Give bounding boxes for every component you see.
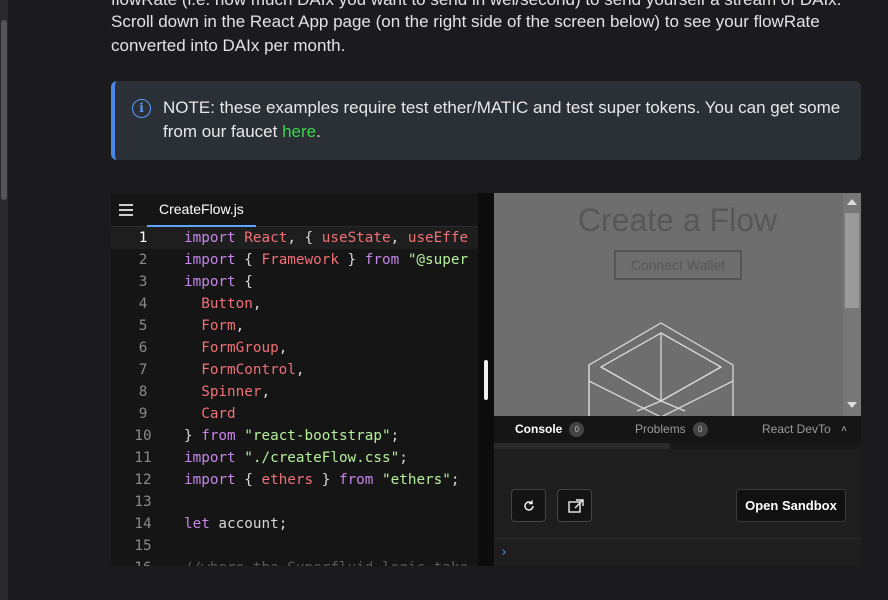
code-line[interactable]: 16 //where the Superfluid logic take (111, 557, 481, 566)
tab-problems[interactable]: Problems 0 (635, 416, 708, 442)
code-line[interactable]: 14 let account; (111, 513, 481, 535)
code-line[interactable]: 8 Spinner, (111, 381, 481, 403)
problems-count-badge: 0 (692, 422, 708, 437)
line-number: 14 (134, 516, 152, 532)
scroll-down-arrow-icon[interactable] (847, 402, 857, 408)
code-line[interactable]: 11 import "./createFlow.css"; (111, 447, 481, 469)
code-line[interactable]: 6 FormGroup, (111, 337, 481, 359)
line-number: 16 (127, 557, 159, 566)
tab-console[interactable]: Console 0 (515, 416, 585, 442)
editor-tabbar: CreateFlow.js (111, 193, 481, 227)
preview-scrollbar-thumb[interactable] (845, 213, 859, 308)
line-number: 2 (138, 252, 148, 268)
code-text: import { Framework } from "@super (184, 252, 469, 268)
preview-scrollbar[interactable] (843, 193, 861, 416)
line-number: 1 (138, 230, 148, 246)
code-text: FormControl, (201, 362, 305, 378)
line-number: 4 (138, 296, 148, 312)
tab-problems-label: Problems (635, 422, 686, 436)
console-prompt-icon[interactable]: › (500, 545, 508, 560)
resize-handle[interactable] (484, 360, 488, 400)
line-number: 5 (138, 318, 148, 334)
line-number: 13 (134, 494, 152, 510)
page-scrollbar[interactable] (0, 0, 8, 600)
console-separator (494, 538, 861, 539)
line-number: 12 (134, 472, 152, 488)
code-text: //where the Superfluid logic take (184, 557, 468, 566)
line-number: 9 (138, 406, 148, 422)
open-sandbox-button[interactable]: Open Sandbox (736, 489, 846, 522)
app-preview[interactable]: Create a Flow Connect Wallet (494, 193, 861, 416)
code-text: import "./createFlow.css"; (184, 450, 408, 466)
external-link-icon (568, 499, 584, 513)
console-count-badge: 0 (569, 422, 585, 437)
code-text: Form, (201, 318, 245, 334)
hamburger-menu-icon[interactable] (119, 204, 133, 216)
line-number: 10 (134, 428, 152, 444)
code-editor[interactable]: CreateFlow.js 1 import React, { useState,… (111, 193, 481, 566)
code-line[interactable]: 15 (111, 535, 481, 557)
line-number: 3 (138, 274, 148, 290)
code-text: Button, (201, 296, 262, 312)
note-text: NOTE: these examples require test ether/… (163, 96, 853, 144)
tab-createflow[interactable]: CreateFlow.js (147, 193, 256, 227)
line-number: 6 (138, 340, 148, 356)
code-text: Spinner, (201, 384, 271, 400)
pane-divider[interactable] (478, 193, 494, 566)
superfluid-logo-icon (588, 322, 734, 416)
tab-react-devtools-label: React DevTo (762, 422, 831, 436)
line-number: 11 (134, 450, 152, 466)
code-lines[interactable]: 1 import React, { useState, useEffe 2 impor… (111, 227, 481, 566)
page-scrollbar-thumb[interactable] (1, 20, 7, 200)
tab-react-devtools[interactable]: React DevTo (762, 416, 831, 442)
code-text: FormGroup, (201, 340, 288, 356)
code-line[interactable]: 13 (111, 491, 481, 513)
prose-line-2: Scroll down in the React App page (on th… (111, 12, 820, 31)
code-text: let account; (184, 516, 288, 532)
more-tabs-icon[interactable]: ˄ (841, 424, 847, 435)
code-text: Card (201, 406, 236, 422)
line-number: 15 (134, 538, 152, 554)
code-line[interactable]: 9 Card (111, 403, 481, 425)
note-body: NOTE: these examples require test ether/… (163, 98, 841, 141)
code-text: import React, { useState, useEffe (184, 230, 469, 246)
code-text: } from "react-bootstrap"; (184, 428, 400, 444)
faucet-link[interactable]: here (282, 122, 316, 141)
connect-wallet-button[interactable]: Connect Wallet (614, 250, 742, 280)
code-text: import { (184, 274, 253, 290)
devtools-tabs: Console 0 Problems 0 React DevTo ˄ (494, 416, 861, 444)
code-line[interactable]: 7 FormControl, (111, 359, 481, 381)
refresh-button[interactable] (511, 489, 546, 522)
prose-line-3: converted into DAIx per month. (111, 36, 346, 55)
code-sandbox-embed: CreateFlow.js 1 import React, { useState,… (111, 193, 861, 566)
line-number: 7 (138, 362, 148, 378)
open-new-window-button[interactable] (557, 489, 592, 522)
scroll-up-arrow-icon[interactable] (847, 199, 857, 205)
code-text: import { ethers } from "ethers"; (184, 472, 460, 488)
code-line[interactable]: 12 import { ethers } from "ethers"; (111, 469, 481, 491)
code-line[interactable]: 10 } from "react-bootstrap"; (111, 425, 481, 447)
code-line[interactable]: 2 import { Framework } from "@super (111, 249, 481, 271)
tab-console-label: Console (515, 422, 563, 436)
note-suffix: . (316, 122, 321, 141)
info-icon: i (132, 99, 151, 118)
code-line[interactable]: 3 import { (111, 271, 481, 293)
line-number: 8 (138, 384, 148, 400)
preview-title: Create a Flow (577, 202, 778, 238)
refresh-icon (524, 500, 534, 511)
code-line[interactable]: 1 import React, { useState, useEffe (111, 227, 481, 249)
note-admonition: i NOTE: these examples require test ethe… (111, 81, 861, 160)
code-line[interactable]: 5 Form, (111, 315, 481, 337)
code-line[interactable]: 4 Button, (111, 293, 481, 315)
